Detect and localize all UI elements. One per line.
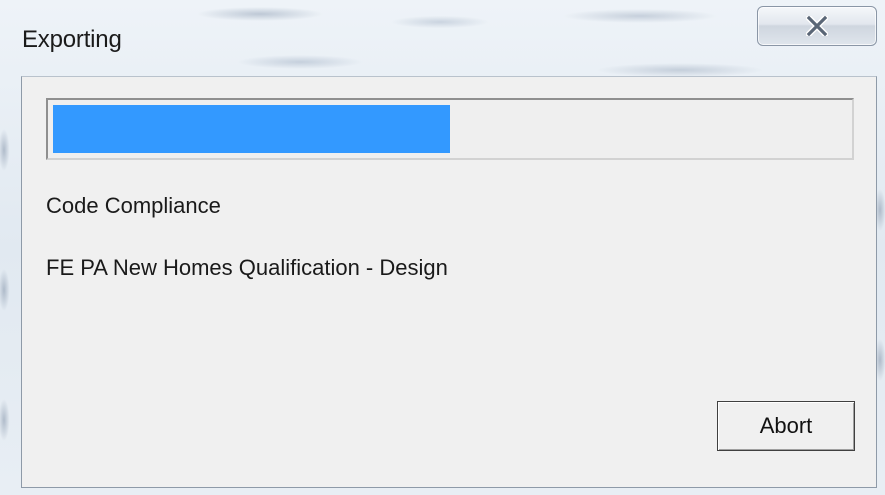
close-icon	[806, 16, 828, 36]
progress-bar	[46, 98, 854, 160]
close-button[interactable]	[757, 6, 877, 46]
status-line-primary: Code Compliance	[46, 193, 221, 218]
window-title: Exporting	[22, 26, 122, 53]
status-line-secondary: FE PA New Homes Qualification - Design	[46, 255, 448, 280]
dialog-body: Code Compliance FE PA New Homes Qualific…	[21, 76, 877, 488]
abort-button[interactable]: Abort	[717, 401, 855, 451]
progress-bar-fill	[53, 105, 450, 153]
